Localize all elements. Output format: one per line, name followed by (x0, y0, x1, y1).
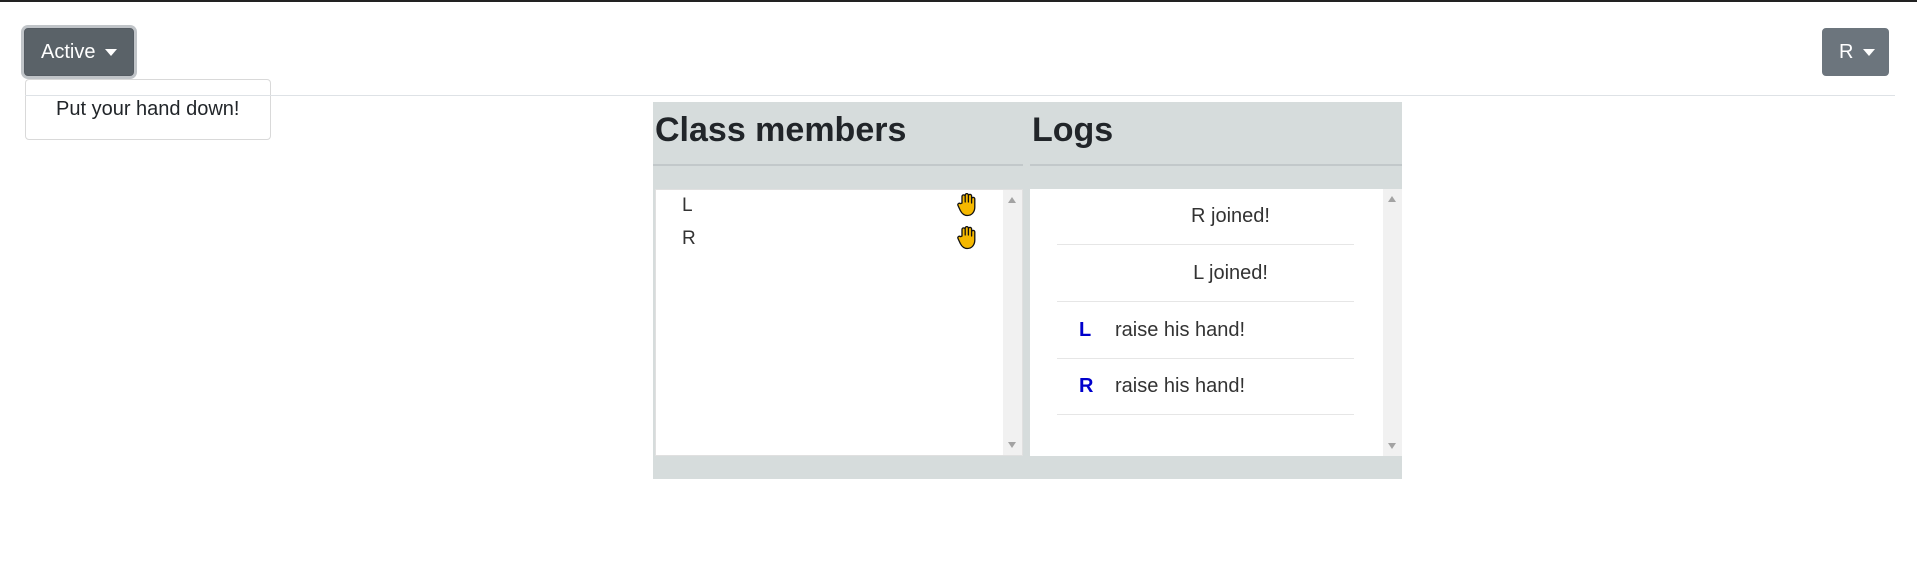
log-entry: R raise his hand! (1057, 359, 1354, 415)
log-text: raise his hand! (1115, 319, 1246, 341)
header-divider (25, 95, 1895, 96)
scroll-down-arrow-icon[interactable] (1388, 443, 1396, 449)
logs-title: Logs (1032, 111, 1114, 149)
logs-divider (1030, 164, 1402, 166)
members-divider (653, 164, 1023, 166)
caret-down-icon (105, 48, 118, 56)
class-members-column: Class members L R (653, 102, 1023, 479)
status-dropdown-menu: Put your hand down! (25, 79, 271, 140)
classroom-panel: Class members L R Logs R joined! L joine… (653, 102, 1402, 479)
scroll-up-arrow-icon[interactable] (1388, 196, 1396, 202)
log-entry: R joined! (1057, 189, 1354, 245)
log-user: R (1079, 375, 1094, 397)
logs-list[interactable]: R joined! L joined! L raise his hand! R … (1030, 189, 1402, 456)
scroll-down-arrow-icon[interactable] (1008, 442, 1016, 448)
log-entry: L raise his hand! (1057, 303, 1354, 359)
log-entry: L joined! (1057, 246, 1354, 302)
user-menu-button[interactable]: R (1822, 28, 1889, 76)
raised-hand-icon (956, 193, 978, 223)
user-label: R (1839, 40, 1854, 63)
raised-hand-icon (956, 226, 978, 256)
log-user: L (1079, 319, 1092, 341)
members-scrollbar[interactable] (1003, 190, 1022, 455)
caret-down-icon (1863, 48, 1876, 56)
class-members-title: Class members (655, 111, 907, 149)
member-name: L (682, 195, 693, 216)
log-text: raise his hand! (1115, 375, 1246, 397)
status-dropdown-button[interactable]: Active (24, 28, 135, 76)
log-text: L joined! (1193, 262, 1268, 284)
status-label: Active (41, 40, 96, 63)
members-list[interactable]: L R (655, 189, 1023, 456)
logs-column: Logs R joined! L joined! L raise his han… (1030, 102, 1402, 479)
put-hand-down-item[interactable]: Put your hand down! (26, 98, 239, 121)
scroll-up-arrow-icon[interactable] (1008, 197, 1016, 203)
log-text: R joined! (1191, 205, 1270, 227)
logs-scrollbar[interactable] (1383, 189, 1402, 456)
member-name: R (682, 228, 696, 249)
